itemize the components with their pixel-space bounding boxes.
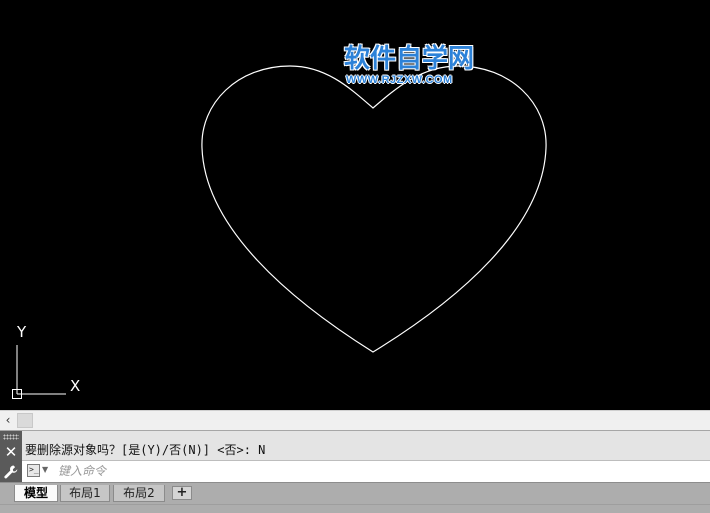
ucs-x-label: X (70, 377, 81, 395)
command-input-row: >_ ▼ (22, 460, 710, 482)
drawing-canvas[interactable]: Y X 软件自学网 WWW.RJZXW.COM (0, 0, 710, 410)
command-panel-sidebar: ✕ (0, 431, 22, 483)
layout-tab-bar: 模型 布局1 布局2 + (0, 482, 710, 513)
scrollbar-thumb[interactable] (17, 413, 33, 428)
heart-shape[interactable] (201, 65, 547, 353)
wrench-icon[interactable] (3, 464, 19, 480)
command-line-panel: ✕ 要删除源对象吗？[是(Y)/否(N)] <否>: N >_ ▼ (0, 430, 710, 483)
tab-model[interactable]: 模型 (14, 485, 58, 502)
horizontal-scrollbar[interactable]: ‹ (0, 410, 710, 430)
watermark-title: 软件自学网 (344, 44, 475, 74)
command-prompt-icon[interactable]: >_ (27, 464, 40, 477)
add-layout-button[interactable]: + (172, 486, 192, 500)
tab-divider (0, 504, 710, 505)
watermark-logo: 软件自学网 WWW.RJZXW.COM (344, 44, 494, 90)
command-input[interactable] (58, 462, 698, 480)
grip-handle[interactable] (3, 434, 19, 440)
chevron-left-icon[interactable]: ‹ (2, 412, 14, 428)
command-history-line: 要删除源对象吗？[是(Y)/否(N)] <否>: N (25, 443, 266, 457)
ucs-icon (12, 345, 66, 399)
chevron-down-icon[interactable]: ▼ (42, 465, 48, 474)
close-icon[interactable]: ✕ (3, 444, 19, 460)
tab-layout1[interactable]: 布局1 (60, 485, 110, 502)
ucs-y-label: Y (17, 323, 27, 341)
tab-layout2[interactable]: 布局2 (113, 485, 165, 502)
cad-application: Y X 软件自学网 WWW.RJZXW.COM ‹ ✕ 要删除源对象吗？[是(Y… (0, 0, 710, 513)
watermark-url: WWW.RJZXW.COM (346, 74, 453, 86)
